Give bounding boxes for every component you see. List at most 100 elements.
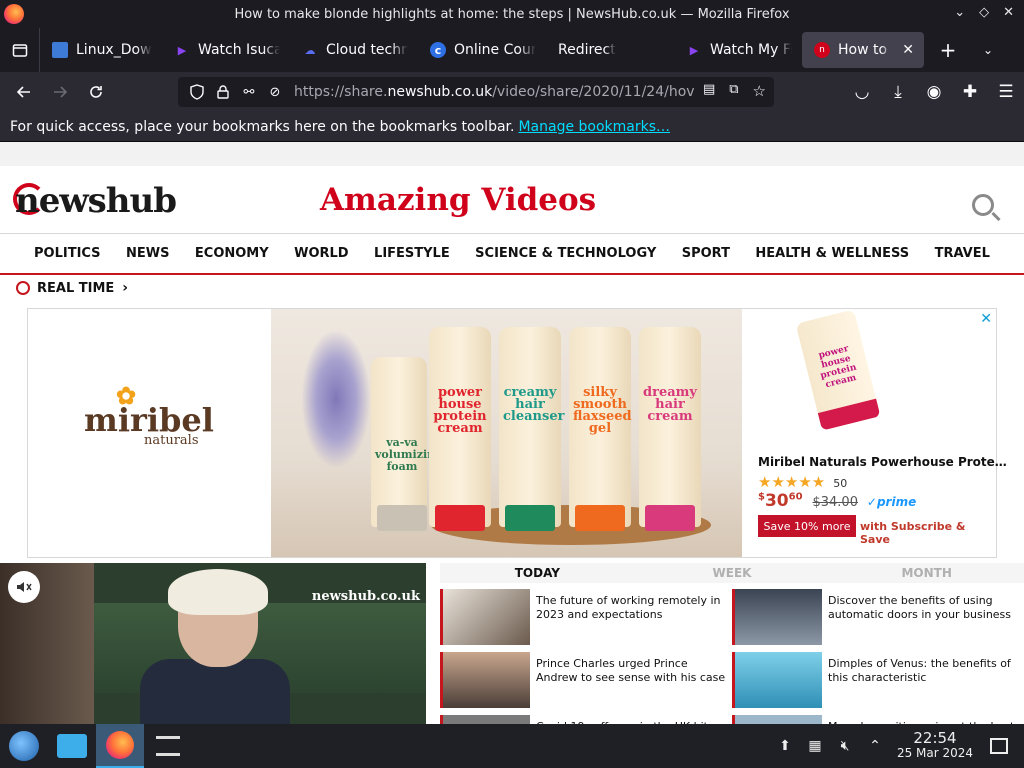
tracking-protection-shield-icon[interactable] xyxy=(186,82,208,102)
downloads-button[interactable]: ⤓ xyxy=(880,76,916,108)
tab-online-courses[interactable]: c Online Cours xyxy=(418,32,546,68)
newshub-icon: n xyxy=(814,42,830,58)
sliders-icon xyxy=(156,736,180,756)
article-thumbnail xyxy=(440,589,530,645)
urlbar-page-actions: ▤ ⧉ ☆ xyxy=(703,82,766,100)
reader-view-icon[interactable]: ▤ xyxy=(703,82,715,100)
nav-health-wellness[interactable]: HEALTH & WELLNESS xyxy=(755,246,909,261)
ad-product-title[interactable]: Miribel Naturals Powerhouse Prote… xyxy=(758,455,1007,469)
clipboard-icon[interactable]: ▦ xyxy=(800,738,830,754)
trending-tabs: TODAY WEEK MONTH xyxy=(440,563,1024,583)
bookmark-star-icon[interactable]: ☆ xyxy=(753,82,766,100)
ad-close-icon[interactable]: ✕ xyxy=(980,311,992,327)
product-tube-protein: power house protein cream xyxy=(429,327,491,531)
nav-sport[interactable]: SPORT xyxy=(682,246,730,261)
tab-week[interactable]: WEEK xyxy=(635,563,830,583)
close-tab-icon[interactable]: ✕ xyxy=(902,42,914,58)
pocket-button[interactable]: ◡ xyxy=(844,76,880,108)
picture-in-picture-icon[interactable]: ⧉ xyxy=(729,82,738,100)
doc-icon xyxy=(52,42,68,58)
url-path: /video/share/2020/11/24/hov xyxy=(492,84,694,100)
system-tray: ⬆ ▦ 🔇︎ ⌃ 22:54 25 Mar 2024 xyxy=(770,724,1024,768)
reload-icon xyxy=(90,86,102,98)
reload-button[interactable] xyxy=(78,76,114,108)
tab-today[interactable]: TODAY xyxy=(440,563,635,583)
show-desktop-icon[interactable] xyxy=(990,738,1008,754)
newshub-logo[interactable]: newshub xyxy=(13,181,177,221)
list-item[interactable]: The future of working remotely in 2023 a… xyxy=(440,589,730,647)
tab-strip: Linux_Downl ▶ Watch Isuca ☁ Cloud techno… xyxy=(0,28,1024,72)
tab-how-to-make[interactable]: n How to ma ✕ xyxy=(802,32,924,68)
article-title: Discover the benefits of using automatic… xyxy=(828,594,1012,621)
page-heading: Amazing Videos xyxy=(320,182,597,218)
start-menu-button[interactable] xyxy=(0,724,48,768)
autoplay-blocked-icon[interactable]: ⊘ xyxy=(264,82,286,102)
url-bar[interactable]: ⚯ ⊘ https://share.newshub.co.uk/video/sh… xyxy=(178,77,774,107)
nav-science-technology[interactable]: SCIENCE & TECHNOLOGY xyxy=(475,246,656,261)
maximize-icon[interactable]: ◇ xyxy=(979,5,989,20)
list-item[interactable]: Msc: dream itineraries at the best xyxy=(732,715,1022,724)
tray-expand-icon[interactable]: ⌃ xyxy=(860,738,890,754)
lavender-decoration xyxy=(301,329,371,469)
list-all-tabs-button[interactable]: ⌄ xyxy=(968,43,1008,57)
video-player[interactable]: newshub.co.uk xyxy=(0,563,426,724)
new-tab-button[interactable]: + xyxy=(928,38,968,62)
firefox-view-icon xyxy=(12,44,27,57)
tab-redirect[interactable]: Redirect xyxy=(546,32,674,68)
nav-world[interactable]: WORLD xyxy=(294,246,348,261)
real-time-label: REAL TIME xyxy=(37,280,115,296)
article-thumbnail xyxy=(440,715,530,724)
nav-travel[interactable]: TRAVEL xyxy=(935,246,990,261)
pocket-icon: ◡ xyxy=(854,82,870,102)
clock[interactable]: 22:54 25 Mar 2024 xyxy=(890,731,980,761)
back-button[interactable] xyxy=(6,76,42,108)
list-item[interactable]: Discover the benefits of using automatic… xyxy=(732,589,1022,647)
real-time-bar[interactable]: REAL TIME › xyxy=(0,275,1024,301)
permissions-icon[interactable]: ⚯ xyxy=(238,82,260,102)
updates-icon[interactable]: ⬆ xyxy=(770,738,800,754)
volume-muted-icon[interactable]: 🔇︎ xyxy=(830,738,860,754)
advertisement-banner[interactable]: ✿ miribel naturals va-va volumizing foam… xyxy=(27,308,1007,558)
lock-icon[interactable] xyxy=(212,82,234,102)
mixer-taskbar-button[interactable] xyxy=(144,724,192,768)
account-button[interactable]: ◉ xyxy=(916,76,952,108)
minimize-icon[interactable]: ⌄ xyxy=(954,5,965,20)
flower-icon: ✿ xyxy=(116,381,137,410)
firefox-view-button[interactable] xyxy=(0,28,40,72)
manage-bookmarks-link[interactable]: Manage bookmarks… xyxy=(518,119,670,135)
url-text[interactable]: https://share.newshub.co.uk/video/share/… xyxy=(294,84,694,100)
list-item[interactable]: Dimples of Venus: the benefits of this c… xyxy=(732,652,1022,710)
clock-time: 22:54 xyxy=(913,729,957,747)
logo-text: newshub xyxy=(15,181,177,221)
nav-politics[interactable]: POLITICS xyxy=(34,246,101,261)
ad-product-thumbnail: power house protein cream xyxy=(795,309,881,431)
tab-watch-isuca[interactable]: ▶ Watch Isuca xyxy=(162,32,290,68)
menu-button[interactable]: ☰ xyxy=(988,76,1024,108)
url-domain: newshub.co.uk xyxy=(387,84,493,100)
nav-news[interactable]: NEWS xyxy=(126,246,169,261)
tab-linux-downloads[interactable]: Linux_Downl xyxy=(40,32,162,68)
save-more-button[interactable]: Save 10% more xyxy=(758,515,856,537)
puzzle-icon: ✚ xyxy=(962,82,978,102)
list-item[interactable]: Prince Charles urged Prince Andrew to se… xyxy=(440,652,730,710)
nav-economy[interactable]: ECONOMY xyxy=(195,246,269,261)
tab-watch-my-first[interactable]: ▶ Watch My Fir xyxy=(674,32,802,68)
mute-button[interactable] xyxy=(8,571,40,603)
tab-cloud-technology[interactable]: ☁ Cloud techno xyxy=(290,32,418,68)
list-item[interactable]: Covid 19 sufferers in the UK hit xyxy=(440,715,730,724)
file-manager-button[interactable] xyxy=(48,724,96,768)
site-header: newshub Amazing Videos xyxy=(0,166,1024,233)
search-icon[interactable] xyxy=(972,194,994,216)
tab-month[interactable]: MONTH xyxy=(829,563,1024,583)
product-tube-gel: silky smooth flaxseed gel xyxy=(569,327,632,531)
cloud-icon: ☁ xyxy=(304,43,316,57)
star-rating-icon: ★★★★★ xyxy=(758,473,826,491)
video-watermark: newshub.co.uk xyxy=(311,589,420,604)
ad-product-image: va-va volumizing foam power house protei… xyxy=(271,309,742,557)
clock-date: 25 Mar 2024 xyxy=(896,746,974,760)
forward-button[interactable] xyxy=(42,76,78,108)
close-window-icon[interactable]: ✕ xyxy=(1003,5,1014,20)
nav-lifestyle[interactable]: LIFESTYLE xyxy=(374,246,450,261)
extensions-button[interactable]: ✚ xyxy=(952,76,988,108)
firefox-taskbar-button[interactable] xyxy=(96,724,144,768)
